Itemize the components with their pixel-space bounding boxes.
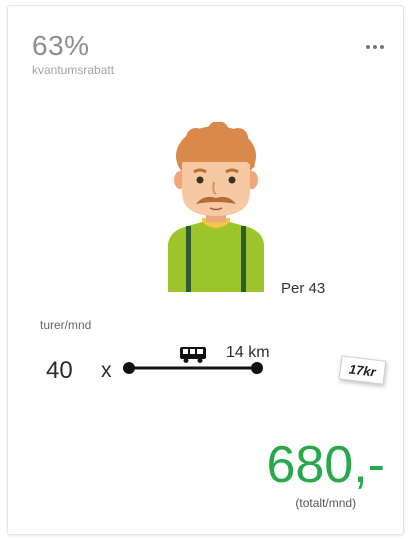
route-start-dot bbox=[123, 362, 135, 374]
total-block: 680,- (totalt/mnd) bbox=[266, 436, 385, 510]
times-symbol: x bbox=[101, 359, 112, 382]
more-horizontal-icon bbox=[366, 45, 370, 49]
trips-count[interactable]: 40 bbox=[46, 357, 73, 385]
discount-block: 63% kvantumsrabatt bbox=[32, 30, 115, 78]
discount-value: 63% bbox=[32, 30, 90, 61]
trips-label: turer/mnd bbox=[40, 318, 92, 332]
person-avatar-icon bbox=[168, 122, 264, 292]
discount-label: kvantumsrabatt bbox=[32, 63, 115, 77]
total-label: (totalt/mnd) bbox=[295, 496, 357, 510]
commuter-card: 63% kvantumsrabatt Per 43 turer/mnd 40 x… bbox=[7, 5, 404, 535]
route-end-dot bbox=[251, 362, 263, 374]
route-distance: 14 km bbox=[226, 344, 270, 361]
total-value: 680,- bbox=[266, 436, 385, 494]
person-name: Per 43 bbox=[281, 280, 326, 297]
more-options-button[interactable] bbox=[363, 39, 387, 55]
price-tag: 17kr bbox=[338, 355, 387, 385]
bus-icon bbox=[180, 347, 206, 363]
